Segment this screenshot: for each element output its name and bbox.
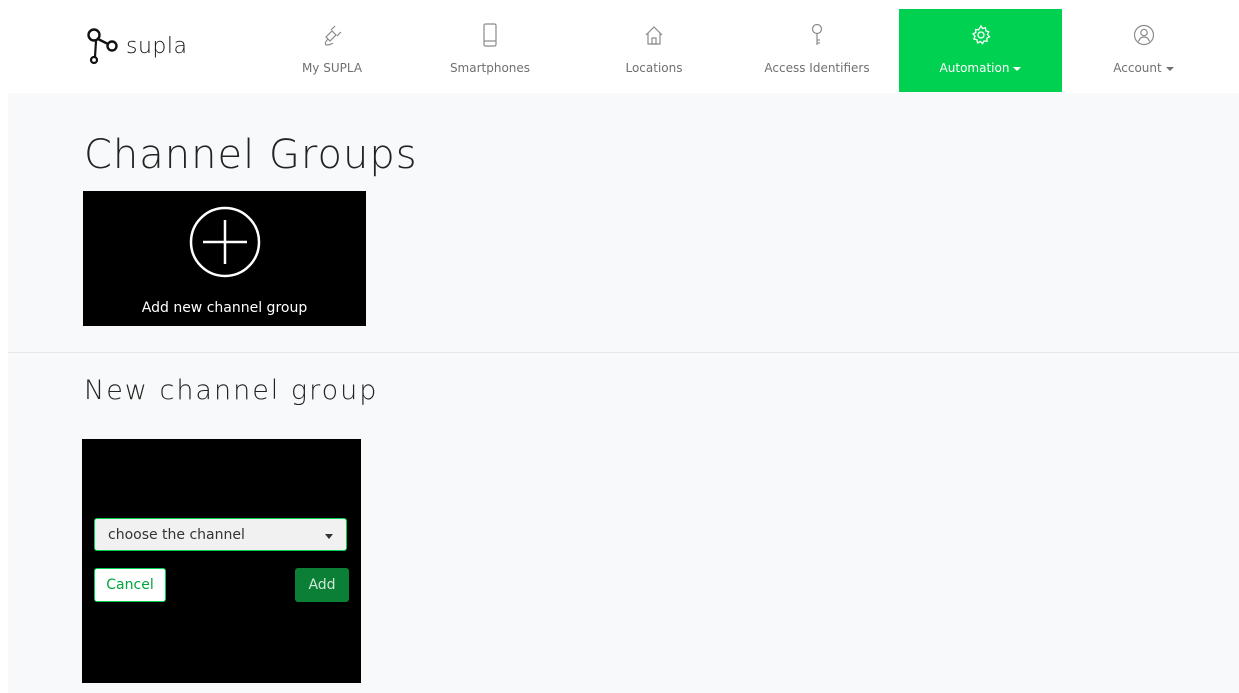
- nav-smartphones[interactable]: Smartphones: [408, 9, 572, 92]
- nav-smartphones-label: Smartphones: [449, 61, 531, 75]
- supla-logo[interactable]: supla: [86, 26, 187, 66]
- add-button[interactable]: Add: [295, 568, 349, 602]
- nav-access-identifiers-label: Access Identifiers: [764, 61, 870, 75]
- nav-locations[interactable]: Locations: [572, 9, 736, 92]
- gear-icon: [970, 23, 992, 47]
- nav-automation-label: Automation: [940, 61, 1022, 75]
- new-channel-group-form: choose the channel Cancel Add: [82, 439, 361, 683]
- plug-icon: [321, 23, 343, 47]
- top-navbar: supla My SUPLA Smartphones Locations Acc…: [0, 0, 1239, 93]
- user-icon: [1133, 23, 1155, 47]
- chevron-down-icon: [1165, 66, 1174, 71]
- nav-account-label: Account: [1113, 61, 1174, 75]
- cancel-button[interactable]: Cancel: [94, 568, 166, 602]
- chevron-down-icon: [1013, 66, 1022, 71]
- home-icon: [643, 23, 665, 47]
- section-divider: [8, 352, 1239, 353]
- brand-name: supla: [126, 33, 188, 59]
- nav-automation[interactable]: Automation: [899, 9, 1062, 92]
- nav-account-text: Account: [1113, 61, 1162, 75]
- nav-locations-label: Locations: [625, 61, 683, 75]
- nav-my-supla-label: My SUPLA: [301, 61, 363, 75]
- add-new-channel-group-tile[interactable]: Add new channel group: [83, 191, 366, 326]
- new-channel-group-title: New channel group: [84, 375, 379, 406]
- key-icon: [809, 23, 825, 47]
- supla-logo-icon: [87, 28, 118, 65]
- nav-access-identifiers[interactable]: Access Identifiers: [735, 9, 899, 92]
- channel-select[interactable]: choose the channel: [94, 518, 347, 551]
- channel-select-value: choose the channel: [108, 527, 245, 543]
- page-title: Channel Groups: [84, 132, 418, 178]
- add-new-channel-group-label: Add new channel group: [141, 300, 308, 316]
- nav-my-supla[interactable]: My SUPLA: [250, 9, 414, 92]
- nav-automation-text: Automation: [939, 61, 1010, 75]
- smartphone-icon: [482, 23, 498, 47]
- chevron-down-icon: [325, 534, 333, 539]
- plus-circle-icon: [188, 205, 262, 283]
- nav-account[interactable]: Account: [1062, 9, 1225, 92]
